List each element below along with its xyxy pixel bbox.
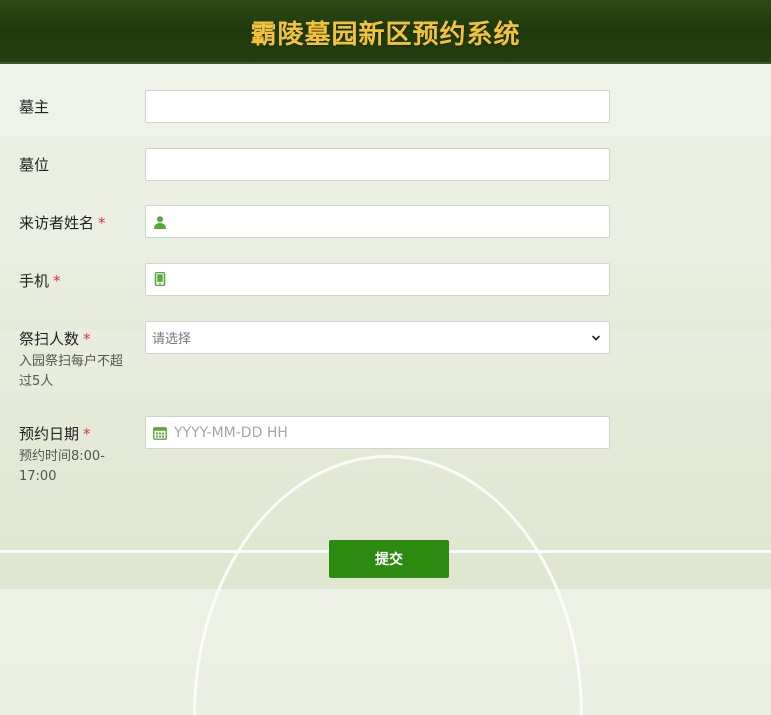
visitor-count-selected-value: 请选择 [152, 332, 192, 347]
appointment-date-hint: 预约时间8:00-17:00 [19, 449, 105, 484]
visitor-name-label: 来访者姓名 * [19, 212, 106, 233]
required-mark: * [83, 425, 91, 443]
visitor-name-label-text: 来访者姓名 [19, 214, 95, 232]
appointment-date-input[interactable] [145, 416, 610, 449]
user-icon [154, 216, 166, 229]
submit-button[interactable]: 提交 [329, 540, 449, 578]
tomb-position-label-text: 墓位 [19, 156, 50, 174]
required-mark: * [83, 330, 91, 348]
chevron-down-icon [592, 335, 600, 340]
required-mark: * [53, 272, 61, 290]
required-mark: * [98, 214, 106, 232]
phone-label: 手机 * [19, 270, 61, 291]
app-header: 霸陵墓园新区预约系统 [0, 0, 771, 64]
tomb-owner-label: 墓主 [19, 96, 49, 117]
visitor-count-hint: 入园祭扫每户不超过5人 [19, 354, 124, 389]
mobile-icon [154, 272, 166, 286]
visitor-count-label-text: 祭扫人数 [19, 330, 80, 348]
tomb-position-label: 墓位 [19, 154, 49, 175]
visitor-name-input[interactable] [145, 205, 610, 238]
phone-input[interactable] [145, 263, 610, 296]
phone-label-text: 手机 [19, 272, 50, 290]
appointment-date-label: 预约日期 * [19, 423, 91, 444]
tomb-position-input[interactable] [145, 148, 610, 181]
page-title: 霸陵墓园新区预约系统 [250, 19, 521, 50]
appointment-date-label-text: 预约日期 [19, 425, 80, 443]
tomb-owner-label-text: 墓主 [19, 98, 50, 116]
calendar-icon [153, 427, 167, 440]
tomb-owner-input[interactable] [145, 90, 610, 123]
visitor-count-label: 祭扫人数 * [19, 328, 91, 349]
visitor-count-select[interactable]: 请选择 [145, 321, 610, 354]
